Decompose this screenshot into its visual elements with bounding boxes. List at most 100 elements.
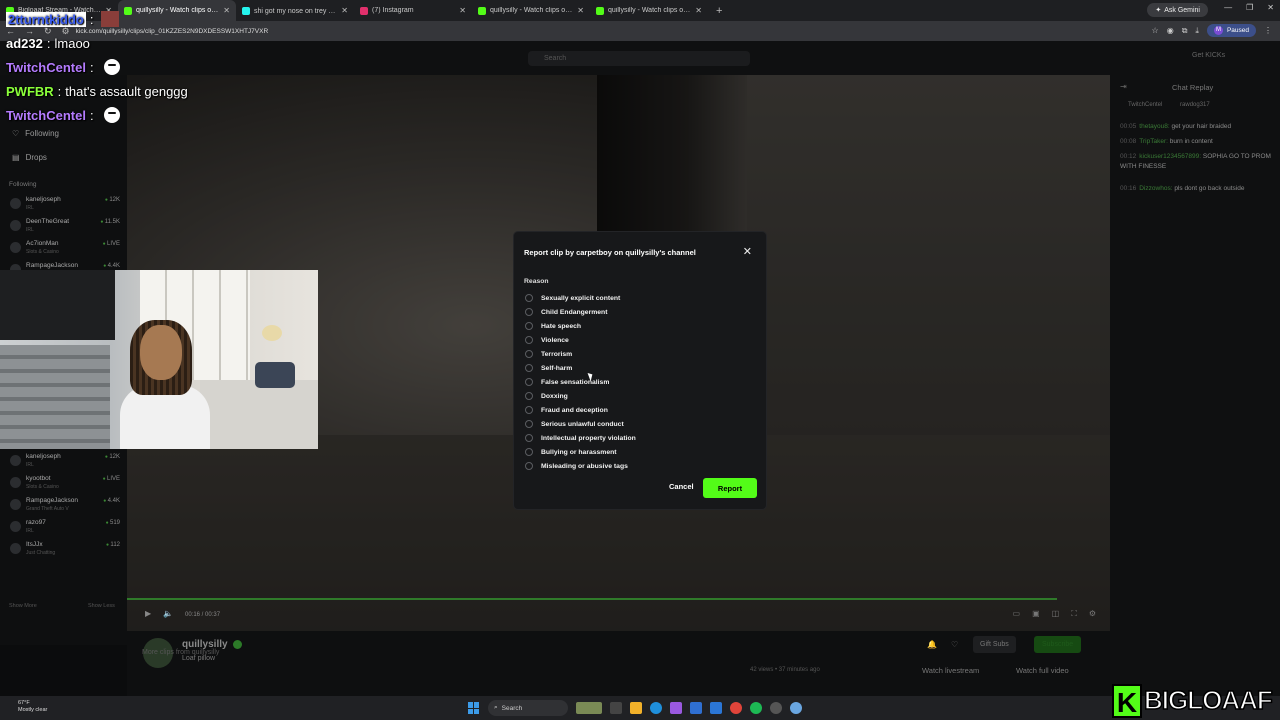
- progress-bar[interactable]: [127, 598, 1057, 600]
- followed-channel[interactable]: Ac7ionMan Slots & Casino LIVE: [10, 240, 120, 260]
- get-kicks-button[interactable]: Get KICKs: [1192, 52, 1225, 59]
- show-more-link[interactable]: Show More: [9, 603, 37, 609]
- outlook-icon[interactable]: [710, 702, 722, 714]
- reason-option[interactable]: False sensationalism: [525, 376, 609, 388]
- radio-button[interactable]: [525, 406, 533, 414]
- heart-icon[interactable]: ♡: [951, 640, 958, 649]
- more-menu-icon[interactable]: ⋮: [1264, 26, 1272, 35]
- taskbar-search[interactable]: ⌕ Search: [488, 700, 568, 716]
- pinned-user[interactable]: TwitchCentel: [1128, 102, 1162, 108]
- pinned-user[interactable]: rawdog317: [1180, 102, 1210, 108]
- maximize-icon[interactable]: ❐: [1246, 3, 1253, 12]
- play-icon[interactable]: ▶: [145, 609, 151, 618]
- search-icon: ⌕: [494, 704, 498, 711]
- sidebar-following[interactable]: ♡ Following: [12, 129, 59, 138]
- radio-button[interactable]: [525, 350, 533, 358]
- followed-channel[interactable]: kaneljoseph IRL 12K: [10, 196, 120, 216]
- followed-channel[interactable]: kaneljoseph IRL 12K: [10, 453, 120, 473]
- chat-username[interactable]: thetayou8:: [1139, 123, 1169, 130]
- chat-username[interactable]: kickuser1234567899:: [1139, 153, 1201, 160]
- browser-tab[interactable]: shi got my nose on trey 😂😂 ✕: [236, 0, 354, 21]
- chrome-icon[interactable]: [730, 702, 742, 714]
- collapse-chat-icon[interactable]: ⇥: [1120, 82, 1127, 91]
- reason-option[interactable]: Terrorism: [525, 348, 572, 360]
- store-icon[interactable]: [690, 702, 702, 714]
- radio-button[interactable]: [525, 308, 533, 316]
- reason-option[interactable]: Misleading or abusive tags: [525, 460, 628, 472]
- download-icon[interactable]: ⤓: [1195, 26, 1199, 36]
- tab-close-icon[interactable]: ✕: [577, 6, 584, 15]
- reason-option[interactable]: Self-harm: [525, 362, 572, 374]
- radio-button[interactable]: [525, 364, 533, 372]
- chat-username[interactable]: TripTaker:: [1139, 138, 1168, 145]
- chat-username[interactable]: Dizzowhos:: [1139, 185, 1172, 192]
- extension-icon[interactable]: ◉: [1167, 26, 1174, 35]
- radio-button[interactable]: [525, 322, 533, 330]
- followed-channel[interactable]: RampageJackson Grand Theft Auto V 4.4K: [10, 497, 120, 517]
- cancel-button[interactable]: Cancel: [669, 482, 694, 491]
- radio-button[interactable]: [525, 378, 533, 386]
- browser-tab[interactable]: quillysilly - Watch clips on Kick ✕: [590, 0, 708, 21]
- profile-button[interactable]: M Paused: [1206, 24, 1256, 37]
- reason-option[interactable]: Intellectual property violation: [525, 432, 636, 444]
- viewer-count: 112: [106, 542, 120, 548]
- search-input[interactable]: Search: [528, 51, 750, 66]
- reason-option[interactable]: Bullying or harassment: [525, 446, 617, 458]
- watch-full-video-link[interactable]: Watch full video: [1016, 666, 1069, 675]
- app-icon[interactable]: [790, 702, 802, 714]
- edge-icon[interactable]: [650, 702, 662, 714]
- captions-icon[interactable]: ▣: [1032, 609, 1040, 619]
- followed-channel[interactable]: ItsJJx Just Chatting 112: [10, 541, 120, 561]
- weather-widget[interactable]: 67°F Mostly clear: [18, 700, 47, 714]
- reason-option[interactable]: Serious unlawful conduct: [525, 418, 624, 430]
- theater-mode-icon[interactable]: ▭: [1013, 609, 1021, 619]
- close-window-icon[interactable]: ✕: [1267, 3, 1274, 12]
- settings-gear-icon[interactable]: ⚙: [1089, 609, 1096, 619]
- spotify-icon[interactable]: [750, 702, 762, 714]
- browser-tab[interactable]: (7) Instagram ✕: [354, 0, 472, 21]
- minimize-icon[interactable]: —: [1224, 3, 1232, 12]
- show-less-link[interactable]: Show Less: [88, 603, 115, 609]
- radio-button[interactable]: [525, 294, 533, 302]
- followed-channel[interactable]: DeenTheGreat IRL 11.5K: [10, 218, 120, 238]
- copilot-icon[interactable]: [670, 702, 682, 714]
- ask-gemini-button[interactable]: ✦ Ask Gemini: [1147, 3, 1208, 17]
- windows-start-icon[interactable]: [468, 702, 480, 714]
- radio-button[interactable]: [525, 392, 533, 400]
- browser-tab[interactable]: quillysilly - Watch clips on Kick ✕: [472, 0, 590, 21]
- fullscreen-icon[interactable]: ⛶: [1071, 609, 1077, 619]
- subscribe-button[interactable]: Subscribe: [1034, 636, 1082, 653]
- bell-icon[interactable]: 🔔: [927, 640, 937, 649]
- report-button[interactable]: Report: [703, 478, 757, 498]
- reason-option[interactable]: Hate speech: [525, 320, 581, 332]
- reason-option[interactable]: Doxxing: [525, 390, 568, 402]
- radio-button[interactable]: [525, 420, 533, 428]
- radio-button[interactable]: [525, 336, 533, 344]
- radio-button[interactable]: [525, 434, 533, 442]
- tab-close-icon[interactable]: ✕: [695, 6, 702, 15]
- pip-icon[interactable]: ◫: [1052, 609, 1060, 619]
- taskbar-widget-icon[interactable]: [576, 702, 602, 714]
- reason-option[interactable]: Sexually explicit content: [525, 292, 620, 304]
- volume-icon[interactable]: 🔈: [163, 609, 173, 618]
- bookmark-star-icon[interactable]: ☆: [1152, 26, 1159, 35]
- tab-close-icon[interactable]: ✕: [459, 6, 466, 15]
- followed-channel[interactable]: razo97 IRL 519: [10, 519, 120, 539]
- reason-option[interactable]: Fraud and deception: [525, 404, 608, 416]
- new-tab-button[interactable]: +: [716, 5, 722, 17]
- close-icon[interactable]: ✕: [743, 245, 752, 258]
- puzzle-icon[interactable]: ⧉: [1182, 26, 1188, 36]
- radio-button[interactable]: [525, 448, 533, 456]
- obs-icon[interactable]: [770, 702, 782, 714]
- tab-close-icon[interactable]: ✕: [341, 6, 348, 15]
- tab-close-icon[interactable]: ✕: [223, 6, 230, 15]
- watch-livestream-link[interactable]: Watch livestream: [922, 666, 979, 675]
- followed-channel[interactable]: kyootbot Slots & Casino LIVE: [10, 475, 120, 495]
- gift-subs-button[interactable]: Gift Subs: [973, 636, 1016, 653]
- radio-button[interactable]: [525, 462, 533, 470]
- reason-option[interactable]: Violence: [525, 334, 569, 346]
- task-view-icon[interactable]: [610, 702, 622, 714]
- file-explorer-icon[interactable]: [630, 702, 642, 714]
- sidebar-drops[interactable]: ▤ Drops: [12, 153, 47, 162]
- reason-option[interactable]: Child Endangerment: [525, 306, 607, 318]
